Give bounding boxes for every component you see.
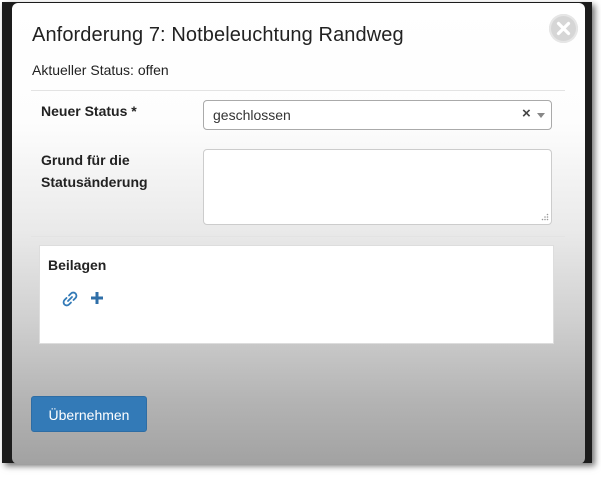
reason-label: Grund für die Statusänderung (41, 149, 191, 193)
reason-label-line1: Grund für die (41, 152, 130, 168)
status-select-value: geschlossen (213, 107, 291, 123)
close-button[interactable] (549, 14, 578, 43)
reason-label-line2: Statusänderung (41, 174, 148, 190)
modal-frame: Anforderung 7: Notbeleuchtung Randweg Ak… (2, 2, 592, 464)
attachments-title: Beilagen (48, 257, 107, 273)
link-icon[interactable] (62, 291, 78, 307)
new-status-label: Neuer Status * (41, 103, 137, 119)
reason-textarea[interactable] (203, 149, 552, 225)
header-divider (31, 90, 565, 91)
submit-button[interactable]: Übernehmen (31, 396, 147, 432)
close-icon (556, 21, 571, 36)
dialog-title: Anforderung 7: Notbeleuchtung Randweg (32, 24, 404, 46)
add-attachment-icon[interactable] (89, 290, 105, 306)
current-status-text: Aktueller Status: offen (32, 62, 169, 78)
resize-handle-icon[interactable] (541, 213, 549, 221)
status-select[interactable]: geschlossen × (203, 100, 552, 130)
clear-selection-icon[interactable]: × (522, 105, 531, 122)
chevron-down-icon[interactable] (537, 113, 545, 118)
attachments-panel: Beilagen (39, 245, 554, 344)
form-divider (31, 236, 565, 237)
status-change-dialog: Anforderung 7: Notbeleuchtung Randweg Ak… (12, 3, 585, 464)
